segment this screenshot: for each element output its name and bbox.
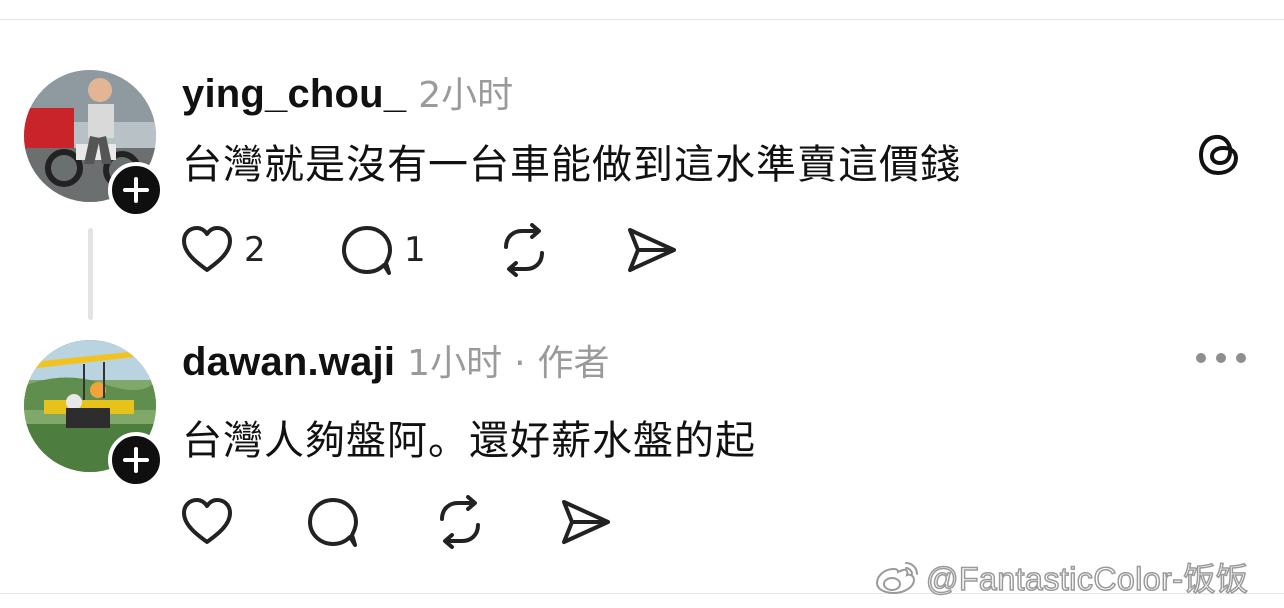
comment-ying-chou: ying_chou_ 2小时 台灣就是沒有一台車能做到這水準賣這價錢 2 1 [0,60,1284,320]
username[interactable]: ying_chou_ [182,72,406,117]
heart-icon [182,226,232,272]
more-icon[interactable] [1196,348,1246,368]
avatar-container[interactable] [24,70,164,218]
username[interactable]: dawan.waji [182,340,395,385]
reply-button[interactable] [306,494,360,550]
comment-text: 台灣就是沒有一台車能做到這水準賣這價錢 [182,142,961,188]
share-button[interactable] [624,222,680,278]
top-divider [0,19,1284,20]
more-dot [1196,353,1206,363]
comment-header: ying_chou_ 2小时 [182,66,513,116]
plus-icon [123,177,149,203]
thread-connector-line [88,228,93,320]
separator-dot: · [514,343,526,384]
reply-button[interactable]: 1 [340,222,426,278]
more-dot [1236,353,1246,363]
comment-text: 台灣人夠盤阿。還好薪水盤的起 [182,418,756,464]
watermark: @FantasticColor-饭饭 [874,556,1249,598]
threads-logo-icon[interactable] [1196,130,1244,178]
repost-icon [440,495,480,549]
like-button[interactable] [180,494,234,550]
repost-button[interactable] [432,494,488,550]
comment-icon [308,498,358,547]
avatar-container[interactable] [24,340,164,488]
follow-button[interactable] [108,162,164,218]
comment-header: dawan.waji 1小时 · 作者 [182,334,610,384]
repost-icon [504,223,544,277]
watermark-text: @FantasticColor-饭饭 [925,560,1249,598]
like-button[interactable]: 2 [180,222,266,278]
timestamp: 1小时 [407,343,503,384]
weibo-logo-icon [875,562,918,595]
reply-count: 1 [404,230,426,270]
send-icon [628,228,676,272]
send-icon [562,500,610,544]
repost-button[interactable] [496,222,552,278]
follow-button[interactable] [108,432,164,488]
like-count: 2 [244,230,266,270]
timestamp: 2小时 [418,75,514,116]
comment-icon [342,226,392,275]
comment-dawan-waji: dawan.waji 1小时 · 作者 台灣人夠盤阿。還好薪水盤的起 [0,330,1284,570]
share-button[interactable] [558,494,614,550]
plus-icon [123,447,149,473]
author-tag: 作者 [537,343,610,384]
heart-icon [182,498,232,544]
more-dot [1216,353,1226,363]
